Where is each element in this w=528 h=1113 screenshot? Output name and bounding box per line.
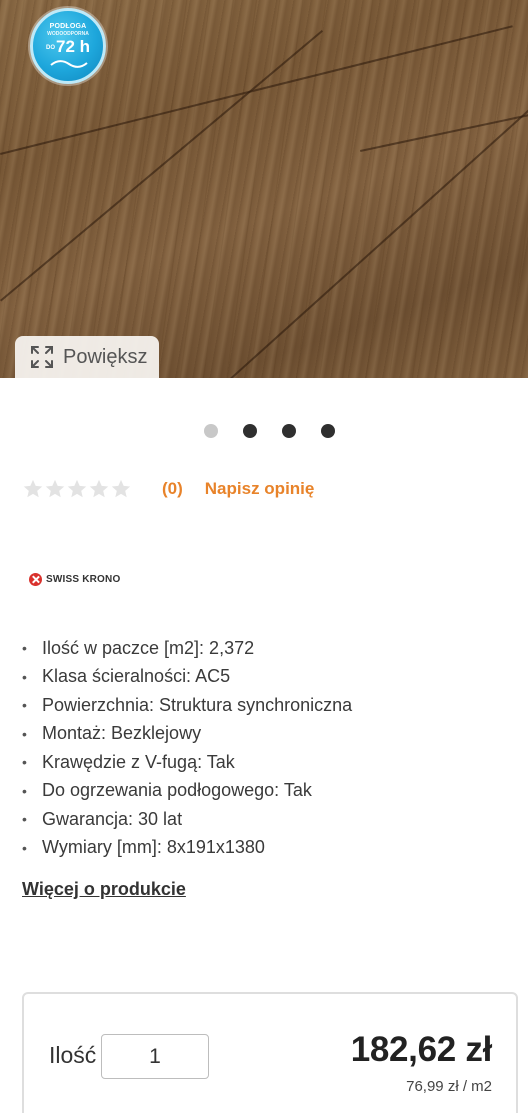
- expand-icon: [31, 346, 53, 368]
- swiss-krono-logo-icon: [29, 573, 42, 586]
- bullet-icon: •: [22, 668, 27, 685]
- quantity-input[interactable]: [101, 1034, 209, 1079]
- carousel-dots: [204, 424, 335, 438]
- bullet-icon: •: [22, 697, 27, 714]
- bullet-icon: •: [22, 725, 27, 742]
- quantity-label: Ilość: [49, 1042, 97, 1068]
- unit-price: 76,99 zł / m2: [406, 1078, 492, 1095]
- spec-list: • Ilość w paczce [m2]: 2,372 • Klasa ścier…: [22, 634, 352, 862]
- star-icon: [89, 479, 109, 498]
- spec-item: • Montaż: Bezklejowy: [22, 720, 352, 749]
- purchase-box: Ilość 182,62 zł 76,99 zł / m2: [22, 992, 518, 1113]
- star-rating: [22, 478, 132, 500]
- carousel-dot-3[interactable]: [282, 424, 296, 438]
- total-price: 182,62 zł: [350, 1030, 493, 1069]
- spec-item: • Krawędzie z V-fugą: Tak: [22, 748, 352, 777]
- star-icon: [67, 479, 87, 498]
- star-icon: [111, 479, 131, 498]
- badge-hours-value: 72 h: [55, 37, 91, 56]
- spec-text: Montaż: Bezklejowy: [42, 723, 202, 744]
- spec-text: Klasa ścieralności: AC5: [42, 666, 231, 687]
- plank-seam: [230, 96, 528, 378]
- zoom-button[interactable]: Powiększ: [15, 336, 159, 378]
- spec-text: Ilość w paczce [m2]: 2,372: [42, 637, 255, 658]
- rating-row: (0) Napisz opinię: [22, 478, 314, 500]
- badge-hours: DO72 h: [33, 37, 103, 57]
- carousel-dot-4[interactable]: [321, 424, 335, 438]
- bullet-icon: •: [22, 839, 27, 856]
- brand-logo[interactable]: SWISS KRONO: [29, 573, 120, 586]
- spec-item: • Wymiary [mm]: 8x191x1380: [22, 834, 352, 863]
- carousel-dot-2[interactable]: [243, 424, 257, 438]
- carousel-dot-1[interactable]: [204, 424, 218, 438]
- spec-item: • Powierzchnia: Struktura synchroniczna: [22, 691, 352, 720]
- waterproof-badge: PODŁOGA WODOODPORNA DO72 h: [30, 8, 106, 84]
- product-image[interactable]: PODŁOGA WODOODPORNA DO72 h: [0, 0, 528, 378]
- spec-text: Do ogrzewania podłogowego: Tak: [42, 780, 312, 801]
- badge-line1: PODŁOGA: [49, 23, 87, 30]
- spec-item: • Do ogrzewania podłogowego: Tak: [22, 777, 352, 806]
- review-count[interactable]: (0): [162, 479, 183, 499]
- brand-name: SWISS KRONO: [46, 574, 121, 585]
- write-review-link[interactable]: Napisz opinię: [205, 479, 315, 499]
- more-about-product-link[interactable]: Więcej o produkcie: [22, 879, 186, 900]
- spec-text: Krawędzie z V-fugą: Tak: [42, 751, 235, 772]
- spec-text: Powierzchnia: Struktura synchroniczna: [42, 694, 353, 715]
- bullet-icon: •: [22, 640, 27, 657]
- bullet-icon: •: [22, 782, 27, 799]
- badge-prefix: DO: [45, 44, 55, 51]
- spec-text: Gwarancja: 30 lat: [42, 808, 183, 829]
- bullet-icon: •: [22, 754, 27, 771]
- spec-text: Wymiary [mm]: 8x191x1380: [42, 837, 265, 858]
- star-icon: [45, 479, 65, 498]
- plank-seam: [360, 108, 528, 152]
- spec-item: • Gwarancja: 30 lat: [22, 805, 352, 834]
- spec-item: • Klasa ścieralności: AC5: [22, 663, 352, 692]
- star-icon: [23, 479, 43, 498]
- water-wave-icon: [50, 60, 88, 68]
- bullet-icon: •: [22, 811, 27, 828]
- spec-item: • Ilość w paczce [m2]: 2,372: [22, 634, 352, 663]
- zoom-label: Powiększ: [63, 345, 148, 368]
